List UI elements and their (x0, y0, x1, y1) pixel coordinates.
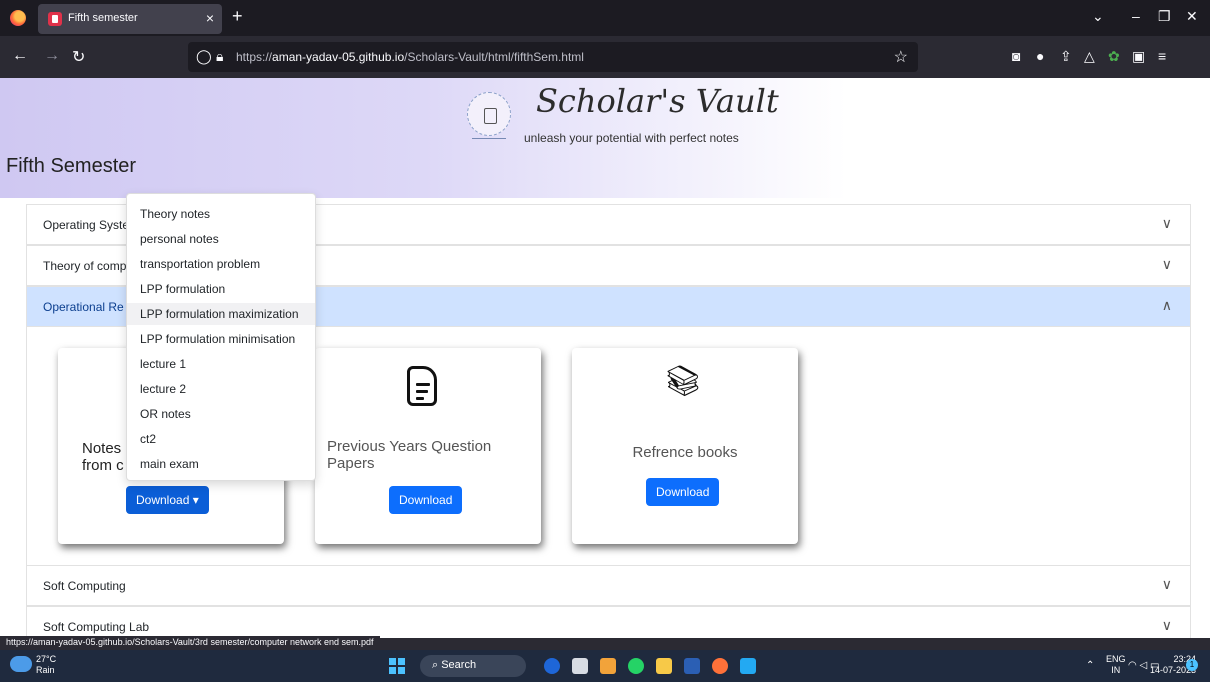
notes-download-dropdown-button[interactable]: Download ▾ (126, 486, 209, 514)
task-view-icon[interactable] (572, 658, 588, 674)
firefox-logo-icon[interactable] (10, 10, 26, 26)
books-apple-icon: 📚︎ (664, 365, 703, 398)
reference-books-card: 📚︎ Refrence books Download (572, 348, 798, 544)
bookmark-star-icon[interactable]: ☆ (894, 47, 908, 67)
menu-icon[interactable]: ≡ (1158, 48, 1166, 64)
chevron-down-icon: ∨ (1161, 256, 1172, 272)
reload-icon[interactable]: ↻ (72, 47, 85, 67)
tagline: unleash your potential with perfect note… (524, 131, 739, 145)
restore-button[interactable]: ❐ (1158, 8, 1171, 25)
dropdown-item[interactable]: lecture 2 (140, 382, 186, 396)
share-icon[interactable]: ⇪ (1060, 48, 1072, 65)
chevron-down-icon: ∨ (1161, 617, 1172, 633)
weather-rain-icon[interactable] (10, 656, 32, 672)
logo-underline (472, 138, 506, 139)
taskbar-search[interactable]: ⌕ Search (420, 655, 526, 677)
url-bar[interactable]: ◯ 🔒︎ https://aman-yadav-05.github.io/Sch… (188, 42, 918, 72)
dropdown-item[interactable]: Theory notes (140, 207, 210, 221)
dropdown-item[interactable]: LPP formulation (140, 282, 225, 296)
dropdown-item[interactable]: main exam (140, 457, 199, 471)
nav-bar: ← → ↻ ◯ 🔒︎ https://aman-yadav-05.github.… (0, 36, 1210, 78)
title-bar: Fifth semester × + ⌄ – ❐ ✕ (0, 0, 1210, 36)
forward-icon[interactable]: → (44, 47, 60, 65)
bing-icon[interactable] (544, 658, 560, 674)
account-icon[interactable]: ● (1036, 48, 1044, 64)
pocket-icon[interactable]: ◙ (1012, 48, 1020, 64)
dropdown-item[interactable]: ct2 (140, 432, 156, 446)
accordion-item-soft-computing-lab[interactable]: Soft Computing Lab ∨ (26, 606, 1191, 638)
accordion-label: Soft Computing (43, 579, 126, 593)
chevron-up-icon: ∧ (1161, 297, 1172, 313)
new-tab-button[interactable]: + (232, 6, 243, 27)
whatsapp-icon[interactable] (628, 658, 644, 674)
file-explorer-icon[interactable] (656, 658, 672, 674)
language-indicator[interactable]: ENG IN (1106, 654, 1126, 676)
notification-badge[interactable]: 1 (1186, 659, 1198, 671)
dropdown-item[interactable]: OR notes (140, 407, 191, 421)
download-dropdown-menu: Theory notes personal notes transportati… (126, 193, 316, 481)
dropdown-item[interactable]: personal notes (140, 232, 219, 246)
site-logo-icon[interactable] (467, 92, 511, 136)
accordion-label: Operational Re (43, 300, 124, 314)
dropdown-item[interactable]: LPP formulation maximization (127, 303, 315, 325)
dropdown-item[interactable]: transportation problem (140, 257, 260, 271)
tab-favicon-icon (48, 12, 62, 26)
accordion-label: Soft Computing Lab (43, 620, 150, 634)
web-page: Scholar's Vault unleash your potential w… (0, 78, 1210, 638)
tab-close-button[interactable]: × (206, 10, 214, 26)
brand-name: Scholar's Vault (536, 82, 779, 120)
card-title: Previous Years Question Papers (327, 438, 492, 472)
vscode-icon[interactable] (740, 658, 756, 674)
previous-papers-card: Previous Years Question Papers Download (315, 348, 541, 544)
hero-header: Scholar's Vault unleash your potential w… (0, 78, 1210, 198)
document-icon (407, 366, 437, 406)
card-title: Refrence books (632, 444, 738, 461)
tray-chevron-up-icon[interactable]: ⌃ (1086, 660, 1094, 671)
accordion-label: Theory of comp (43, 259, 127, 273)
dropdown-item[interactable]: lecture 1 (140, 357, 186, 371)
notification-bell-icon[interactable]: △ (1084, 48, 1095, 65)
books-download-button[interactable]: Download (646, 478, 720, 506)
chevron-down-icon: ∨ (1161, 576, 1172, 592)
weather-widget[interactable]: 27°C Rain (36, 654, 56, 676)
firefox-taskbar-icon[interactable] (712, 658, 728, 674)
brave-icon[interactable] (600, 658, 616, 674)
shield-icon[interactable]: ◯ (196, 48, 212, 65)
url-text[interactable]: https://aman-yadav-05.github.io/Scholars… (236, 50, 584, 64)
back-icon[interactable]: ← (12, 47, 28, 65)
papers-download-button[interactable]: Download (389, 486, 463, 514)
windows-taskbar: 27°C Rain ⌕ Search ⌃ ENG IN ◠ ◁ ▭ 23:24 14-… (0, 650, 1210, 682)
list-tabs-icon[interactable]: ⌄ (1092, 8, 1104, 25)
browser-tab[interactable]: Fifth semester × (38, 4, 222, 34)
extension-icon[interactable]: ✿ (1108, 48, 1120, 65)
chevron-down-icon: ∨ (1161, 215, 1172, 231)
tab-title: Fifth semester (68, 12, 138, 24)
lock-icon[interactable]: 🔒︎ (216, 48, 223, 65)
page-title: Fifth Semester (6, 155, 137, 177)
dropdown-item[interactable]: LPP formulation minimisation (140, 332, 295, 346)
accordion-label: Operating Syste (43, 218, 130, 232)
extensions-puzzle-icon[interactable]: ▣ (1132, 48, 1145, 65)
word-icon[interactable] (684, 658, 700, 674)
close-window-button[interactable]: ✕ (1186, 8, 1198, 25)
minimize-button[interactable]: – (1132, 8, 1140, 24)
windows-start-icon[interactable] (389, 658, 405, 674)
status-url: https://aman-yadav-05.github.io/Scholars… (0, 636, 380, 650)
accordion-item-soft-computing[interactable]: Soft Computing ∨ (26, 565, 1191, 606)
